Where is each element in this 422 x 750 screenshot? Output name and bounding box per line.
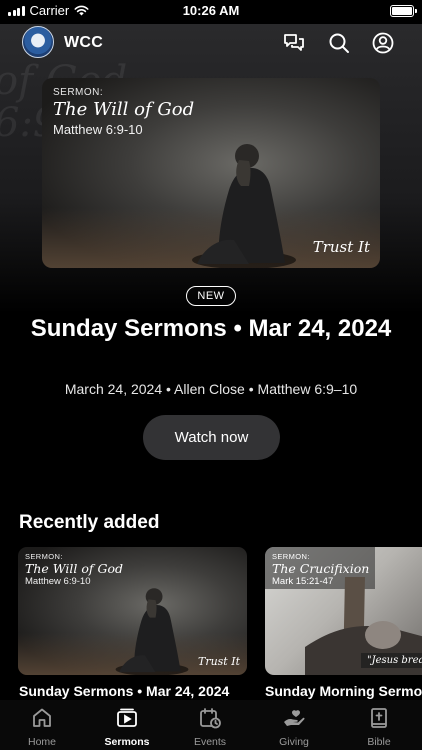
- tab-events[interactable]: Events: [175, 706, 245, 748]
- sermon-card-title[interactable]: Sunday Morning Sermo: [265, 683, 422, 699]
- tab-giving[interactable]: Giving: [259, 706, 329, 748]
- tab-bible[interactable]: Bible: [344, 706, 414, 748]
- card-caption: Trust It: [197, 655, 240, 668]
- tab-home[interactable]: Home: [7, 706, 77, 748]
- card-label: SERMON:: [25, 552, 63, 561]
- tab-label: Events: [193, 736, 227, 748]
- featured-title: Sunday Sermons • Mar 24, 2024: [30, 315, 392, 342]
- battery-icon: [390, 5, 417, 17]
- sermon-card-thumbnail[interactable]: SERMON: The Will of God Matthew 6:9-10 T…: [18, 547, 247, 675]
- bible-icon: [371, 708, 387, 728]
- calendar-icon: [200, 708, 221, 729]
- tab-bar: Home Sermons Events Giving Bible: [0, 700, 422, 750]
- card-art-title: The Crucifixion: [272, 561, 370, 576]
- featured-sermon-artwork[interactable]: SERMON: The Will of God Matthew 6:9-10 T…: [42, 78, 380, 268]
- app-title: WCC: [64, 34, 104, 51]
- home-icon: [33, 708, 51, 727]
- new-badge: NEW: [186, 286, 236, 306]
- status-bar: Carrier 10:26 AM: [0, 0, 422, 24]
- clock: 10:26 AM: [182, 3, 240, 18]
- card-reference: Mark 15:21-47: [272, 576, 334, 587]
- sermon-card-thumbnail[interactable]: SERMON: The Crucifixion Mark 15:21-47 "J…: [265, 547, 422, 675]
- tab-sermons[interactable]: Sermons: [92, 706, 162, 748]
- tab-label: Bible: [367, 736, 391, 748]
- profile-icon[interactable]: [371, 31, 395, 55]
- card-art-title: The Will of God: [25, 561, 123, 576]
- app-header: WCC: [0, 26, 422, 62]
- recently-added-heading: Recently added: [19, 512, 160, 533]
- search-icon[interactable]: [327, 31, 351, 55]
- artwork-title: The Will of God: [53, 99, 195, 120]
- church-logo[interactable]: [22, 26, 54, 58]
- praying-figure-image: [192, 144, 296, 268]
- featured-meta: March 24, 2024 • Allen Close • Matthew 6…: [64, 381, 358, 397]
- artwork-caption: Trust It: [312, 238, 370, 256]
- giving-icon: [284, 710, 305, 726]
- tab-label: Home: [27, 736, 56, 748]
- tab-label: Giving: [279, 736, 309, 748]
- artwork-label: SERMON:: [53, 87, 104, 98]
- video-icon: [117, 708, 137, 727]
- chat-icon[interactable]: [282, 31, 306, 55]
- sermon-card-title[interactable]: Sunday Sermons • Mar 24, 2024: [19, 683, 247, 699]
- card-caption: "Jesus brea: [361, 653, 422, 668]
- card-reference: Matthew 6:9-10: [25, 576, 91, 587]
- praying-figure-image: [115, 588, 189, 675]
- tab-label: Sermons: [104, 736, 150, 748]
- card-label: SERMON:: [272, 552, 310, 561]
- artwork-reference: Matthew 6:9-10: [53, 122, 143, 137]
- watch-now-button[interactable]: Watch now: [143, 415, 280, 460]
